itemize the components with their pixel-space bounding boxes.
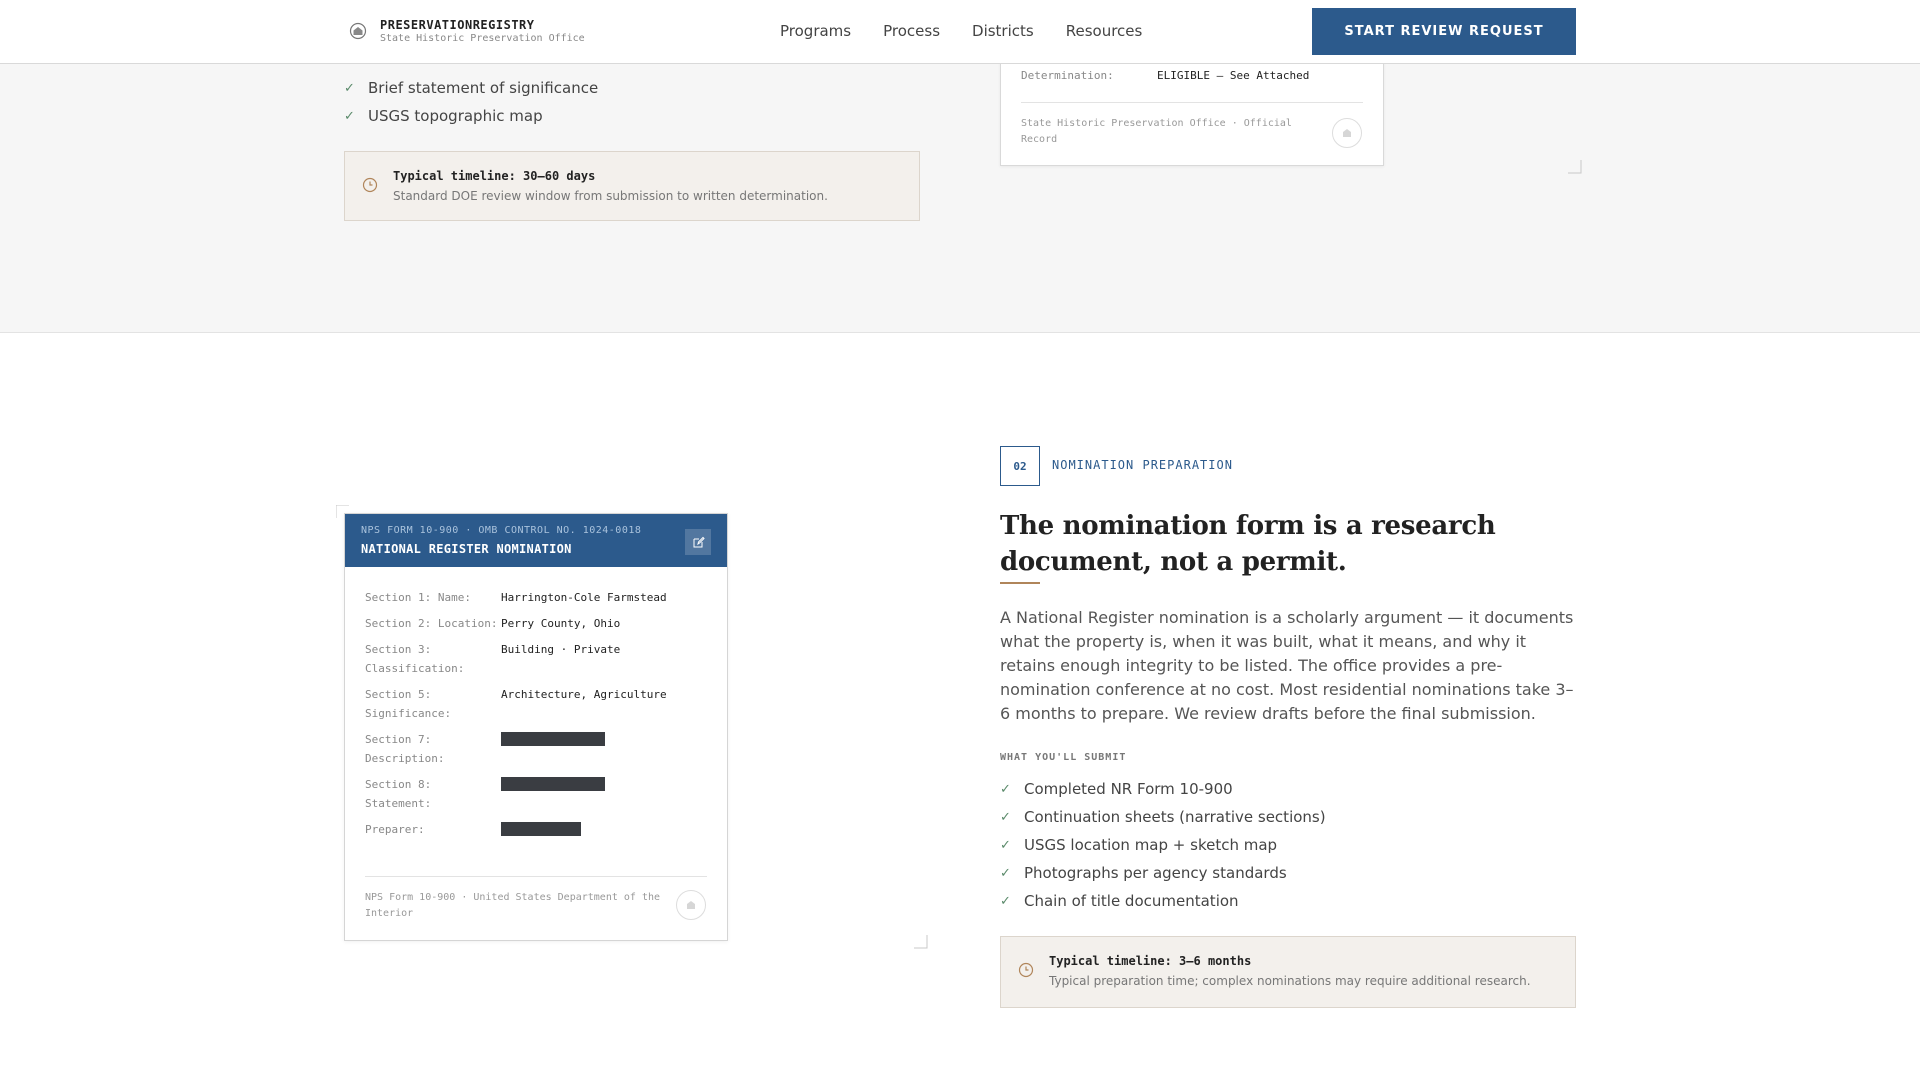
clock-icon (362, 177, 378, 193)
step-01-checklist: ✓ Brief statement of significance ✓ USGS t… (344, 74, 598, 130)
seal-icon (1332, 118, 1362, 148)
section-body: A National Register nomination is a scho… (1000, 608, 1574, 723)
nav-districts[interactable]: Districts (972, 22, 1034, 40)
seal-icon (676, 890, 706, 920)
section-headline: The nomination form is a research docume… (1000, 511, 1496, 577)
clock-icon (1018, 962, 1034, 978)
list-item: ✓ USGS topographic map (344, 107, 543, 125)
redacted-block (501, 732, 605, 746)
timeline-callout: Typical timeline: 3–6 months Typical pre… (1000, 936, 1576, 1008)
check-icon: ✓ (1000, 809, 1011, 825)
redacted-block (501, 822, 581, 836)
check-icon: ✓ (1000, 837, 1011, 853)
check-icon: ✓ (1000, 865, 1011, 881)
main-nav: Programs Process Districts Resources (780, 22, 1174, 40)
step-number-badge: 02 (1000, 446, 1040, 486)
form-row: Section 2: Location: Perry County, Ohio (365, 617, 621, 630)
edit-button[interactable] (685, 529, 711, 555)
redacted-block (501, 777, 605, 791)
form-row: Section 8: Statement: (365, 775, 705, 813)
timeline-title: Typical timeline: 30–60 days (393, 169, 596, 183)
form-subtitle: NPS FORM 10-900 · OMB CONTROL NO. 1024-0… (361, 525, 642, 536)
corner-mark-icon (914, 935, 928, 949)
check-icon: ✓ (1000, 781, 1011, 797)
brand-logo[interactable]: PRESERVATIONREGISTRY State Historic Pres… (348, 18, 585, 44)
form-title: NATIONAL REGISTER NOMINATION (361, 542, 572, 556)
brand-subtitle: State Historic Preservation Office (380, 33, 585, 44)
headline-underline (1000, 582, 1040, 584)
list-item: ✓ Completed NR Form 10-900 (1000, 780, 1233, 798)
form-fields: Section 1: Name: Harrington-Cole Farmstea… (365, 588, 705, 849)
check-icon: ✓ (344, 108, 355, 124)
form-row: Preparer: (365, 820, 705, 842)
check-icon: ✓ (344, 80, 355, 96)
list-item: ✓ Chain of title documentation (1000, 892, 1239, 910)
brand-name: PRESERVATIONREGISTRY (380, 18, 535, 32)
form-row: Section 5: Significance: Architecture, Ag… (365, 688, 667, 720)
check-icon: ✓ (1000, 893, 1011, 909)
timeline-callout: Typical timeline: 30–60 days Standard DO… (344, 151, 920, 221)
form-row: Section 7: Description: (365, 730, 705, 768)
list-item: ✓ Continuation sheets (narrative sections… (1000, 808, 1326, 826)
form-card-header: NPS FORM 10-900 · OMB CONTROL NO. 1024-0… (345, 514, 727, 567)
step-label: NOMINATION PREPARATION (1052, 458, 1233, 472)
nav-programs[interactable]: Programs (780, 22, 851, 40)
seal-logo-icon (348, 21, 368, 41)
site-header: PRESERVATIONREGISTRY State Historic Pres… (0, 0, 1920, 64)
nav-process[interactable]: Process (883, 22, 940, 40)
list-item: ✓ Brief statement of significance (344, 79, 599, 97)
list-item: ✓ USGS location map + sketch map (1000, 836, 1278, 854)
timeline-title: Typical timeline: 3–6 months (1049, 954, 1252, 968)
submit-list-heading: WHAT YOU'LL SUBMIT (1000, 752, 1127, 763)
corner-mark-icon (1568, 160, 1582, 174)
timeline-description: Standard DOE review window from submissi… (393, 189, 828, 203)
edit-icon (693, 536, 705, 547)
start-review-request-button[interactable]: START REVIEW REQUEST (1312, 8, 1576, 55)
form-row: Section 3: Classification: Building · Pri… (365, 643, 621, 675)
record-footer: State Historic Preservation Office · Off… (1021, 118, 1292, 145)
form-row: Section 1: Name: Harrington-Cole Farmstea… (365, 591, 667, 604)
submit-checklist: ✓ Completed NR Form 10-900 ✓ Continuation … (1000, 775, 1326, 915)
list-item: ✓ Photographs per agency standards (1000, 864, 1287, 882)
form-footer: NPS Form 10-900 · United States Departme… (365, 892, 661, 919)
timeline-description: Typical preparation time; complex nomina… (1049, 974, 1531, 988)
record-row: Determination: ELIGIBLE — See Attached (1021, 69, 1310, 82)
nomination-form-card: NPS FORM 10-900 · OMB CONTROL NO. 1024-0… (344, 513, 728, 941)
nav-resources[interactable]: Resources (1066, 22, 1143, 40)
